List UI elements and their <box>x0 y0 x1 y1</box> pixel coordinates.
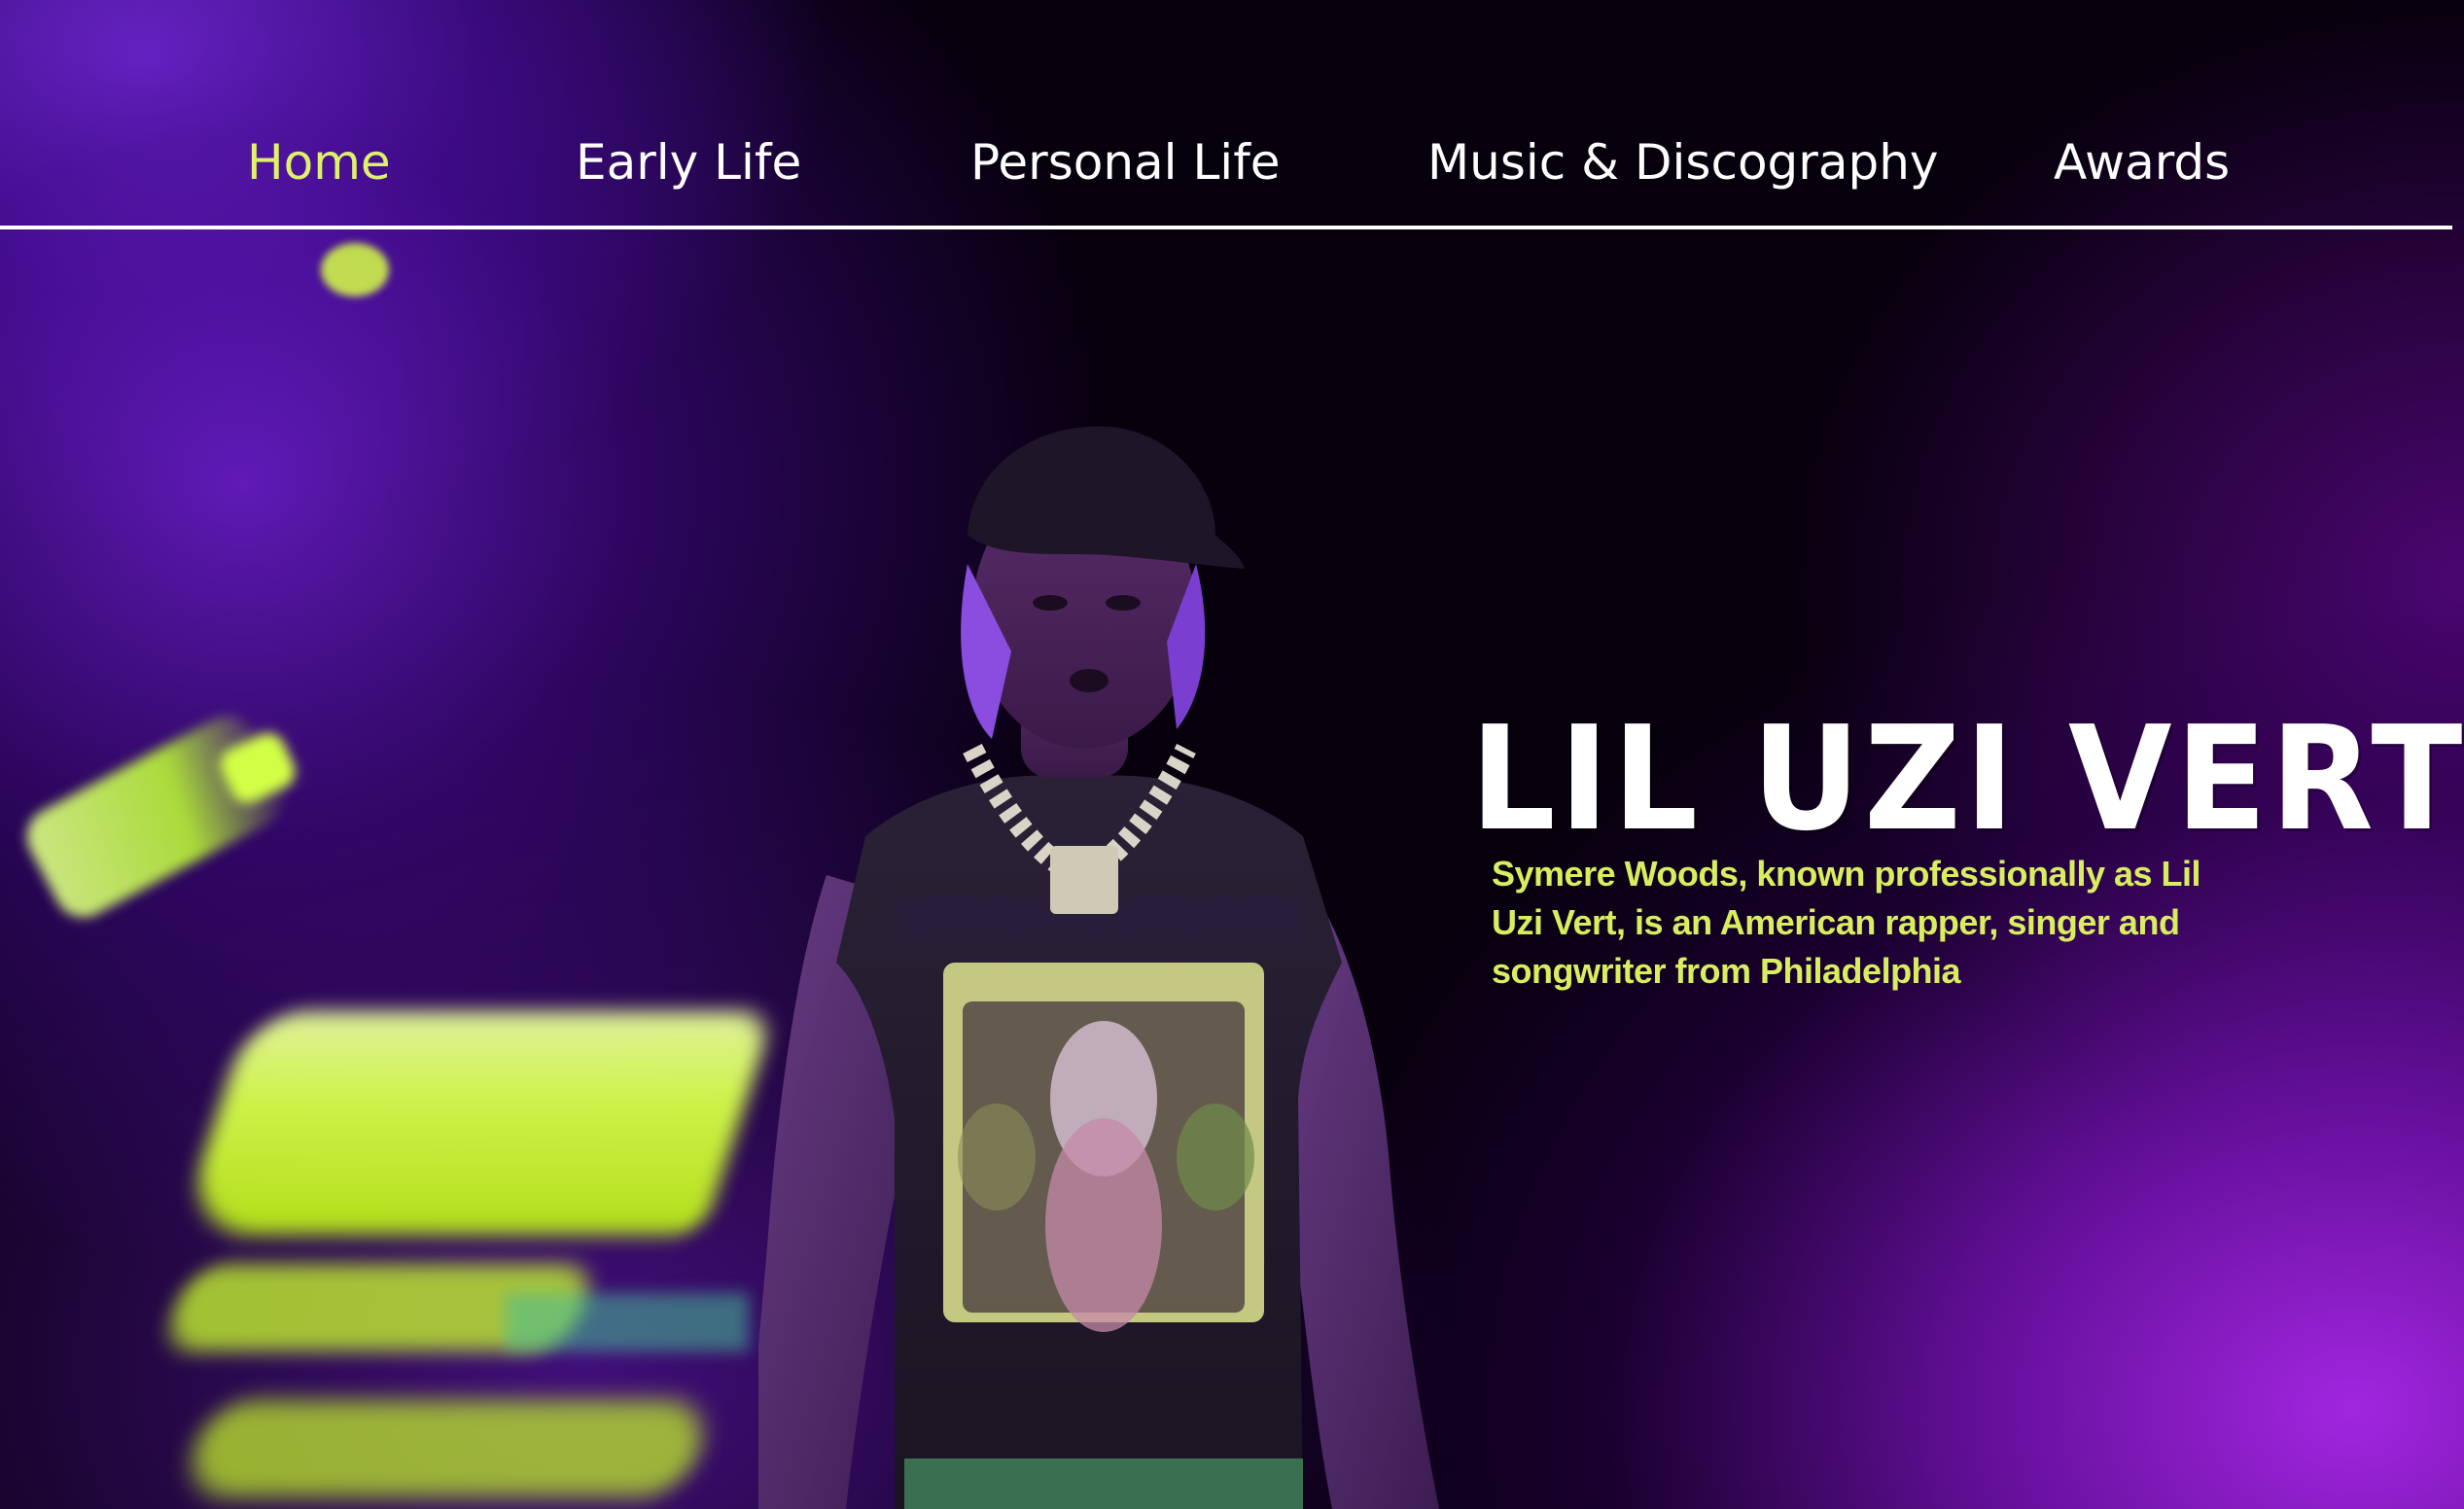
page: Home Early Life Personal Life Music & Di… <box>0 0 2464 1509</box>
hero-description: Symere Woods, known professionally as Li… <box>1492 854 2201 991</box>
nav-item-early-life[interactable]: Early Life <box>576 134 801 191</box>
nav-item-music-discography[interactable]: Music & Discography <box>1427 134 1939 191</box>
performer-photo <box>758 426 1439 1509</box>
nav-item-personal-life[interactable]: Personal Life <box>970 134 1281 191</box>
stage-light-top <box>321 243 389 297</box>
stage-light-large <box>177 1011 776 1235</box>
nav-item-awards[interactable]: Awards <box>2054 134 2230 191</box>
hero-title: LIL UZI VERT <box>1470 695 2464 863</box>
stage-light-teal <box>506 1293 749 1351</box>
nav-divider <box>0 226 2452 229</box>
nav-item-home[interactable]: Home <box>247 134 391 191</box>
main-nav: Home Early Life Personal Life Music & Di… <box>0 0 2464 229</box>
stage-light-floor <box>181 1400 714 1497</box>
